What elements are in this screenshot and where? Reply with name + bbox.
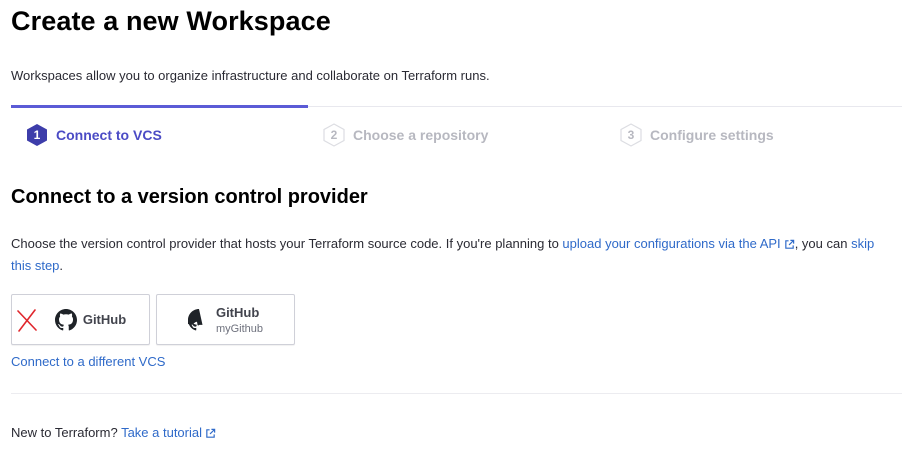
footer: New to Terraform? Take a tutorial [11,425,216,440]
step-label: Connect to VCS [56,127,162,143]
description-text: , you can [794,236,852,251]
section-heading: Connect to a version control provider [11,186,368,208]
provider-name: GitHub [82,312,127,327]
step-number: 3 [627,128,635,142]
section-description: Choose the version control provider that… [11,233,896,277]
step-number-badge: 3 [620,123,642,147]
step-choose-repository: 2 Choose a repository [323,123,488,147]
step-label: Choose a repository [353,127,489,143]
github-provider-button[interactable]: GitHub [11,294,150,345]
x-mark-icon [17,309,37,332]
stepper-progress-bar [11,105,308,108]
description-text: Choose the version control provider that… [11,236,563,251]
step-number-badge: 2 [323,123,345,147]
provider-org: myGithub [215,322,264,335]
page-subtitle: Workspaces allow you to organize infrast… [11,68,490,83]
api-upload-link[interactable]: upload your configurations via the API [562,236,794,251]
step-connect-to-vcs[interactable]: 1 Connect to VCS [26,123,162,147]
stepper: 1 Connect to VCS 2 Choose a repository 3… [11,105,902,163]
step-number-badge: 1 [26,123,48,147]
page-title: Create a new Workspace [11,6,331,36]
step-number: 2 [330,128,338,142]
divider [11,393,902,394]
provider-text: GitHub myGithub [216,305,263,335]
github-mygithub-provider-button[interactable]: GitHub myGithub [156,294,295,345]
external-link-icon [206,428,216,438]
external-link-icon [784,239,794,249]
tutorial-link[interactable]: Take a tutorial [121,425,216,440]
github-icon [187,308,203,330]
step-label: Configure settings [650,127,774,143]
connect-different-vcs-link[interactable]: Connect to a different VCS [11,354,165,369]
footer-text: New to Terraform? [11,425,122,440]
github-icon [54,308,77,330]
description-text: . [59,258,64,273]
step-number: 1 [33,128,41,142]
step-configure-settings: 3 Configure settings [620,123,774,147]
api-upload-link-label: upload your configurations via the API [562,236,781,251]
tutorial-link-label: Take a tutorial [121,425,202,440]
provider-name: GitHub [215,304,260,320]
